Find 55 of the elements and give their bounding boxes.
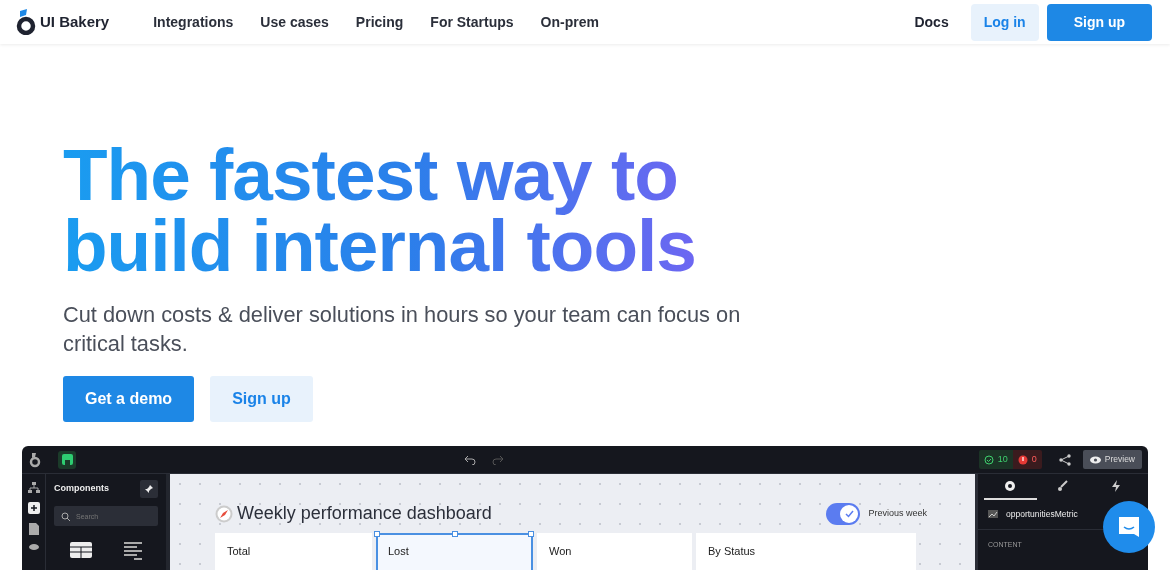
nav-link[interactable]: Integrations xyxy=(153,11,234,33)
check-icon xyxy=(844,509,854,518)
resize-handle[interactable] xyxy=(451,531,458,537)
logo-icon xyxy=(16,9,36,35)
component-name: opportunitiesMetric xyxy=(1006,508,1078,521)
dashboard-title: Weekly performance dashboard xyxy=(237,502,492,525)
error-icon xyxy=(1017,454,1028,465)
table-icon xyxy=(70,542,92,558)
list-icon xyxy=(124,542,142,560)
redo-icon xyxy=(492,454,504,465)
metric-card[interactable]: Total xyxy=(215,533,372,570)
card-title: Lost xyxy=(388,545,409,557)
save-icon xyxy=(61,454,73,465)
add-component-icon xyxy=(27,502,40,514)
chart-icon xyxy=(988,510,998,519)
pin-icon xyxy=(145,485,153,493)
toggle-switch[interactable] xyxy=(826,502,861,525)
logo-icon xyxy=(28,451,42,468)
hero-subtitle: Cut down costs & deliver solutions in hours so your team can focus on critical tasks. xyxy=(63,301,742,358)
metric-card[interactable]: Won xyxy=(537,533,692,570)
lightning-icon xyxy=(1109,480,1122,492)
toggle-label: Previous week xyxy=(868,506,927,520)
card-title: Won xyxy=(549,545,572,557)
check-icon xyxy=(983,454,994,465)
undo-icon xyxy=(464,454,476,465)
metric-card[interactable]: By Status xyxy=(696,533,916,570)
metric-card[interactable]: Lost xyxy=(376,533,533,570)
brand-logo[interactable]: UI Bakery xyxy=(16,9,110,35)
search-icon xyxy=(61,511,70,521)
nav-link[interactable]: Pricing xyxy=(355,11,404,33)
card-title: By Status xyxy=(708,545,756,557)
resize-handle[interactable] xyxy=(374,531,380,537)
nav-link[interactable]: On-prem xyxy=(540,11,599,33)
share-icon xyxy=(1058,453,1071,466)
signup-button[interactable]: Sign up xyxy=(1046,3,1152,41)
nav-link[interactable]: Use cases xyxy=(260,11,329,33)
save-button[interactable] xyxy=(58,450,76,469)
hierarchy-icon xyxy=(27,482,40,493)
demo-button[interactable]: Get a demo xyxy=(63,376,195,422)
page-icon xyxy=(28,523,39,535)
preview-button[interactable]: Preview xyxy=(1082,450,1142,469)
panel-title: Components xyxy=(54,482,109,496)
settings-icon xyxy=(1004,480,1017,492)
eye-icon xyxy=(1089,455,1101,464)
nav-link[interactable]: For Startups xyxy=(430,11,514,33)
passed-count: 10 xyxy=(978,449,1013,470)
database-icon xyxy=(28,544,39,550)
card-title: Total xyxy=(227,545,251,557)
resize-handle[interactable] xyxy=(528,531,534,537)
docs-link[interactable]: Docs xyxy=(900,3,963,41)
chat-icon xyxy=(1116,514,1142,540)
brush-icon xyxy=(1057,480,1069,492)
error-count: 0 xyxy=(1012,449,1042,470)
compass-icon xyxy=(215,504,233,523)
pin-button[interactable] xyxy=(140,480,158,498)
